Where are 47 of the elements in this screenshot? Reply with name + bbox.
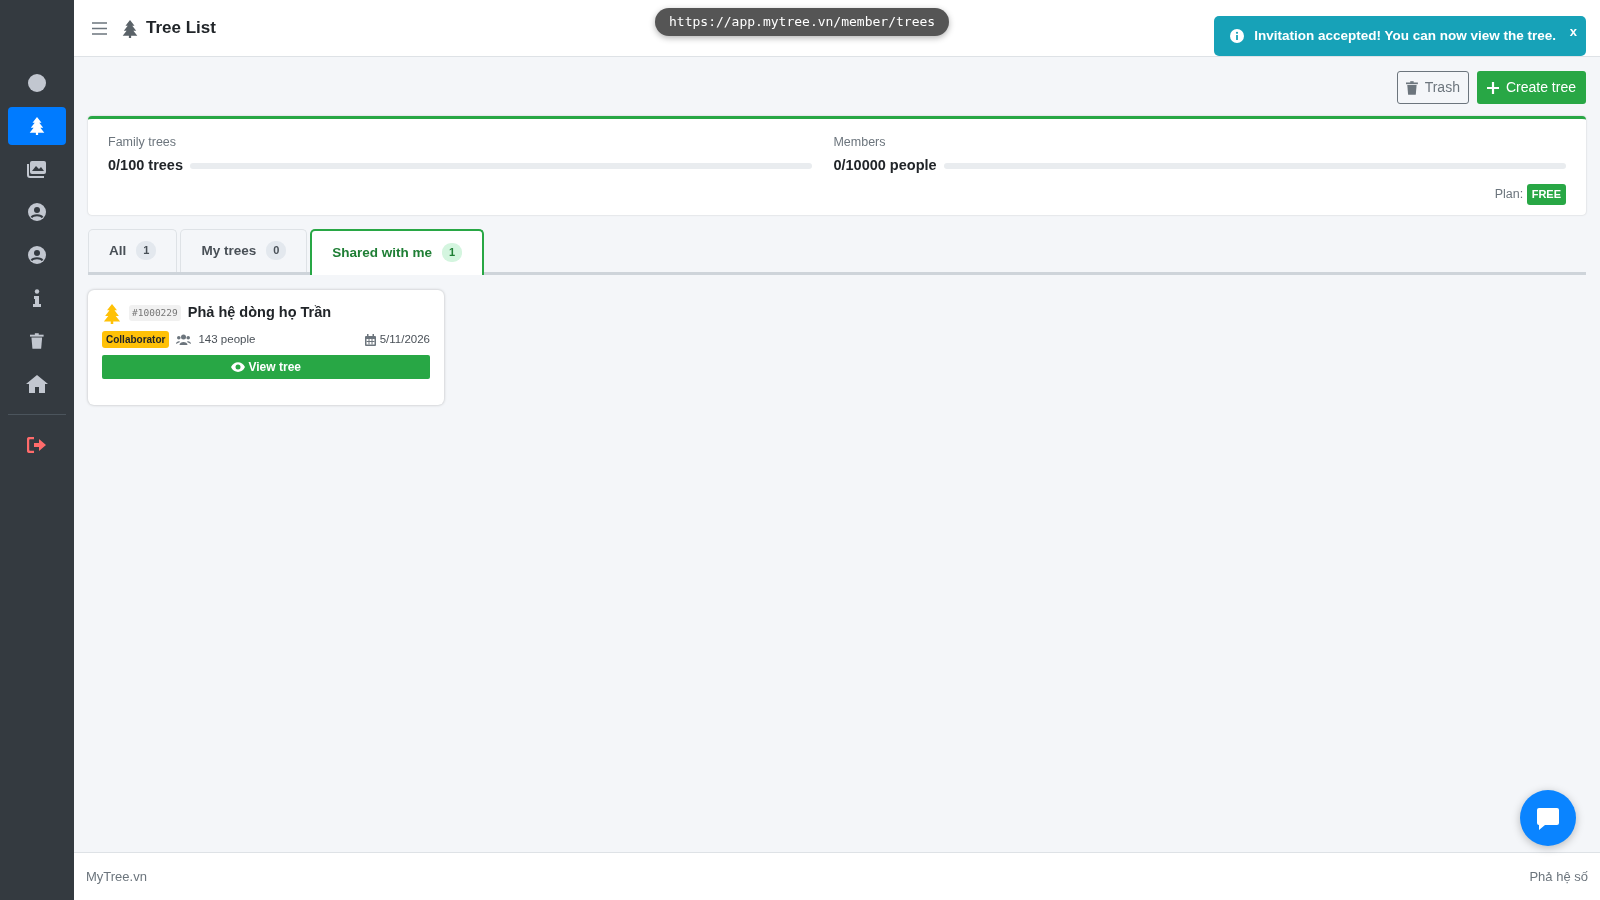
tab[interactable]: My trees 0 <box>180 228 308 272</box>
user-icon <box>28 203 46 221</box>
footer-text: Phả hệ số <box>1529 867 1588 886</box>
view-tree-button[interactable]: View tree <box>102 355 430 380</box>
tab[interactable]: Shared with me 1 <box>310 228 485 275</box>
quota-label: Members <box>833 134 887 151</box>
close-button[interactable]: x <box>1569 22 1577 42</box>
people-count: 143 people <box>198 332 256 347</box>
home-icon <box>26 375 48 393</box>
tree-icon <box>102 303 122 324</box>
trash-icon <box>30 333 44 349</box>
tab[interactable]: All 1 <box>88 228 178 272</box>
toast-message: Invitation accepted! You can now view the tree. <box>1254 27 1556 45</box>
role-badge: Collaborator <box>102 331 170 349</box>
info-icon <box>33 289 41 307</box>
trash-icon <box>1405 80 1418 95</box>
trash-button[interactable]: Trash <box>1396 71 1469 104</box>
quota-label: Family trees <box>108 134 178 151</box>
tree-name: Phả hệ dòng họ Trần <box>187 303 332 323</box>
url-pill: https://app.mytree.vn/member/trees <box>655 8 950 36</box>
info-icon <box>1230 29 1245 44</box>
plus-icon <box>1486 81 1499 94</box>
logout-icon <box>27 437 47 453</box>
tree-icon <box>121 19 139 38</box>
quota-value: 0/10000 people <box>833 156 937 176</box>
chat-button[interactable] <box>1520 790 1576 846</box>
count-pill: 1 <box>136 241 157 260</box>
count-pill: 1 <box>442 243 463 262</box>
count-pill: 0 <box>266 241 287 260</box>
plan-badge: FREE <box>1526 184 1566 205</box>
people-icon <box>176 334 192 346</box>
sidebar-item[interactable] <box>8 107 66 145</box>
tree-icon <box>28 117 46 135</box>
menu-icon[interactable] <box>92 21 107 35</box>
tree-date: 5/11/2026 <box>379 332 430 347</box>
avatar-icon <box>28 74 46 92</box>
create-tree-button[interactable]: Create tree <box>1476 71 1586 104</box>
calendar-icon <box>365 333 377 346</box>
tree-id: #1000229 <box>129 305 181 322</box>
page-title: Tree List <box>146 17 216 40</box>
chat-icon <box>1535 805 1561 831</box>
images-icon <box>27 160 47 178</box>
eye-icon <box>231 362 245 373</box>
quota-value: 0/100 trees <box>108 156 183 176</box>
footer-brand: MyTree.vn <box>86 867 147 886</box>
plan-label: Plan: <box>1494 185 1524 203</box>
user-icon <box>28 246 46 264</box>
